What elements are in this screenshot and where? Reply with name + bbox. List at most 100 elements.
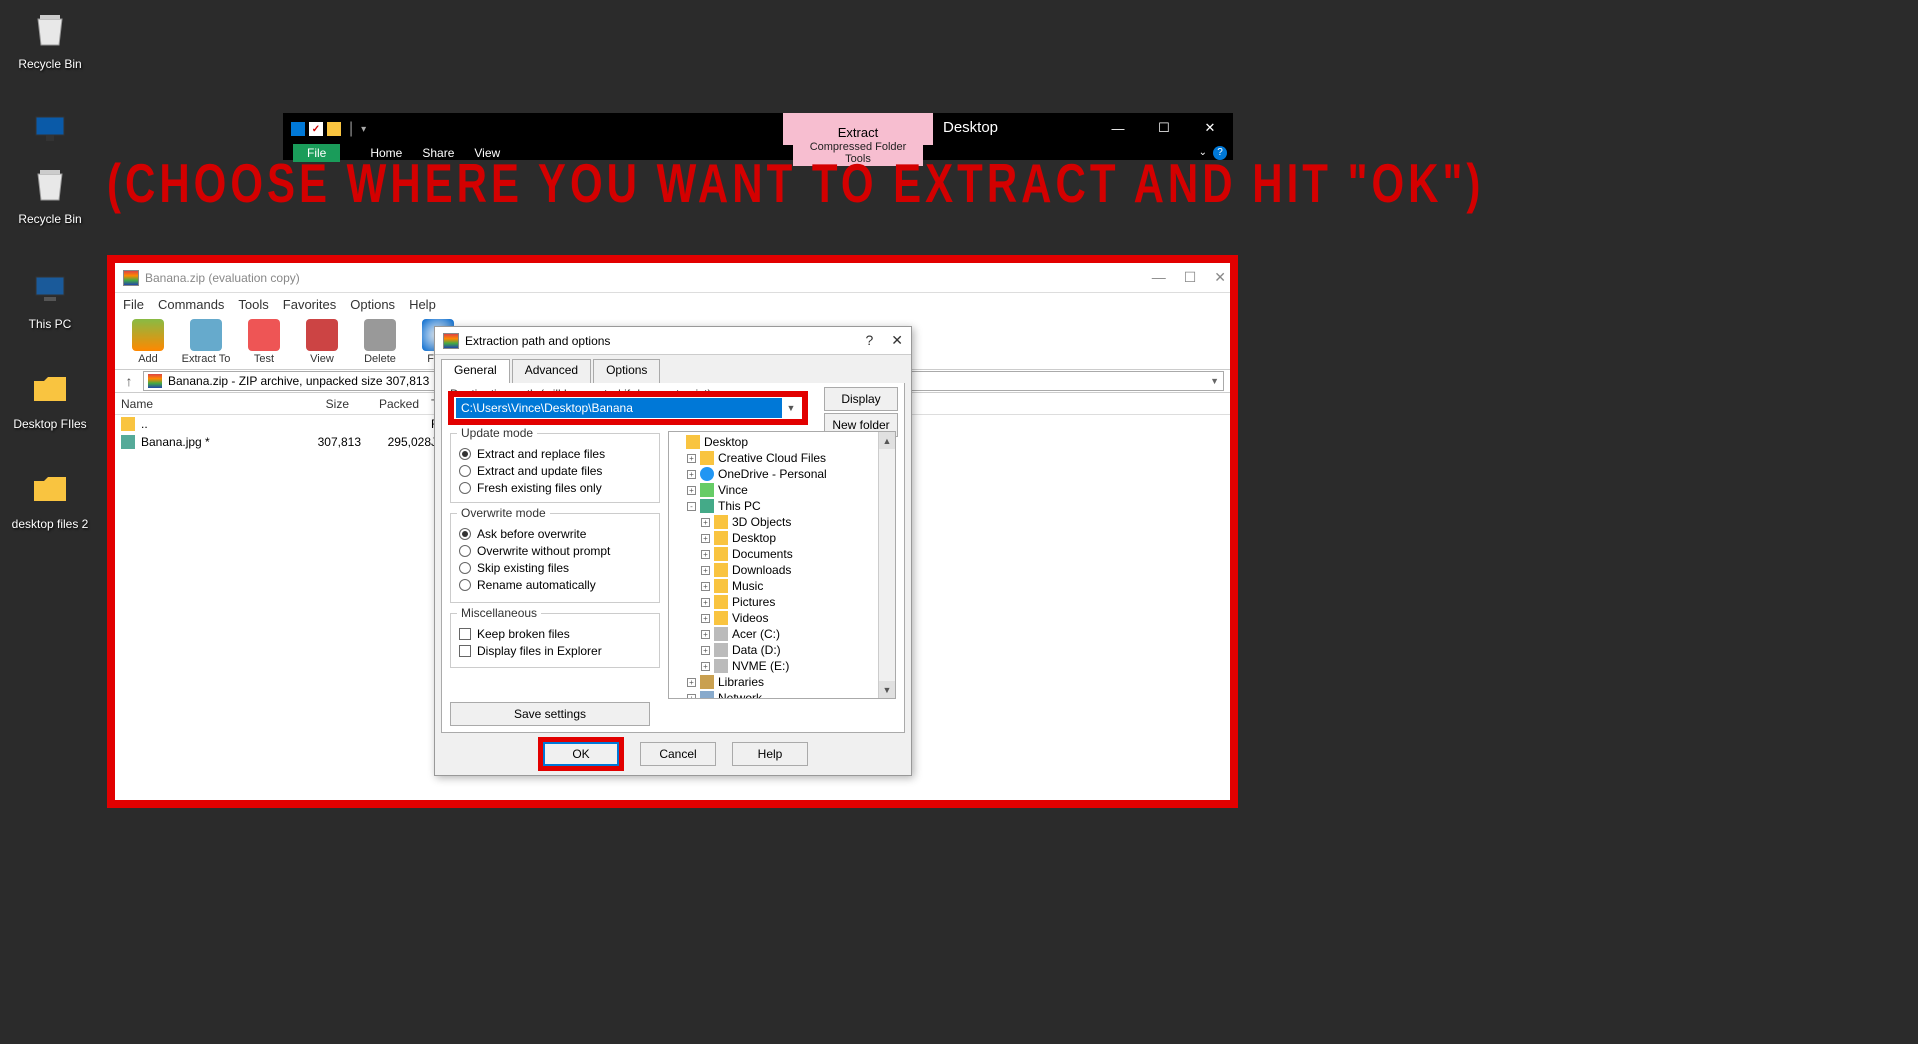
tree-expand-icon[interactable]: +: [701, 614, 710, 623]
scroll-up-icon[interactable]: ▲: [879, 432, 895, 449]
check-display-explorer[interactable]: Display files in Explorer: [459, 644, 651, 658]
cell-packed: 295,028: [361, 435, 431, 449]
tree-item[interactable]: +Libraries: [669, 674, 895, 690]
tree-expand-icon[interactable]: -: [687, 502, 696, 511]
tree-expand-icon[interactable]: +: [701, 550, 710, 559]
winrar-titlebar[interactable]: Banana.zip (evaluation copy) — ☐ ✕: [115, 263, 1230, 293]
dropdown-icon[interactable]: ▼: [1210, 376, 1219, 386]
tab-options[interactable]: Options: [593, 359, 660, 383]
desktop-icon-this-pc[interactable]: This PC: [10, 265, 90, 331]
tree-expand-icon[interactable]: +: [687, 486, 696, 495]
desktop-icon-monitor[interactable]: [10, 105, 90, 157]
toolbar-view[interactable]: View: [293, 317, 351, 367]
minimize-button[interactable]: —: [1095, 113, 1141, 143]
tree-scrollbar[interactable]: ▲ ▼: [878, 432, 895, 698]
update-mode-title: Update mode: [457, 426, 537, 440]
tree-expand-icon[interactable]: +: [687, 470, 696, 479]
instruction-overlay: (CHOOSE WHERE YOU WANT TO EXTRACT AND HI…: [107, 153, 1484, 215]
explorer-title: Desktop: [943, 119, 998, 136]
menu-tools[interactable]: Tools: [238, 297, 268, 312]
tab-general[interactable]: General: [441, 359, 510, 383]
tree-expand-icon[interactable]: +: [701, 646, 710, 655]
desktop-icon-folder-1[interactable]: Desktop FIles: [10, 365, 90, 431]
radio-overwrite-no-prompt[interactable]: Overwrite without prompt: [459, 544, 651, 558]
tree-expand-icon[interactable]: +: [687, 454, 696, 463]
radio-extract-replace[interactable]: Extract and replace files: [459, 447, 651, 461]
tree-expand-icon[interactable]: +: [701, 566, 710, 575]
tree-item[interactable]: +Documents: [669, 546, 895, 562]
col-size[interactable]: Size: [265, 393, 355, 414]
folder-icon: [121, 417, 135, 431]
ok-button[interactable]: OK: [543, 742, 619, 766]
tree-item[interactable]: +Network: [669, 690, 895, 699]
radio-ask-overwrite[interactable]: Ask before overwrite: [459, 527, 651, 541]
tree-item[interactable]: Desktop: [669, 434, 895, 450]
tree-item[interactable]: +Desktop: [669, 530, 895, 546]
maximize-button[interactable]: ☐: [1184, 269, 1197, 286]
desktop-icon-recycle-bin[interactable]: Recycle Bin: [10, 5, 90, 71]
tree-node-label: OneDrive - Personal: [718, 467, 827, 481]
tree-item[interactable]: -This PC: [669, 498, 895, 514]
tree-item[interactable]: +3D Objects: [669, 514, 895, 530]
tree-expand-icon[interactable]: +: [701, 630, 710, 639]
save-settings-button[interactable]: Save settings: [450, 702, 650, 726]
radio-icon: [459, 482, 471, 494]
menu-file[interactable]: File: [123, 297, 144, 312]
tree-item[interactable]: + OneDrive - Personal: [669, 466, 895, 482]
quick-access-overflow[interactable]: ▾: [361, 124, 366, 135]
up-button[interactable]: ↑: [121, 373, 137, 389]
desktop-icon-folder-2[interactable]: desktop files 2: [10, 465, 90, 531]
menu-help[interactable]: Help: [409, 297, 436, 312]
tree-expand-icon[interactable]: +: [701, 518, 710, 527]
radio-fresh-only[interactable]: Fresh existing files only: [459, 481, 651, 495]
dialog-close-button[interactable]: ✕: [891, 332, 903, 349]
menu-commands[interactable]: Commands: [158, 297, 224, 312]
radio-skip-existing[interactable]: Skip existing files: [459, 561, 651, 575]
tree-node-icon: [714, 627, 728, 641]
close-button[interactable]: ✕: [1187, 113, 1233, 143]
tree-node-icon: [700, 451, 714, 465]
tree-item[interactable]: + Creative Cloud Files: [669, 450, 895, 466]
menu-favorites[interactable]: Favorites: [283, 297, 336, 312]
display-button[interactable]: Display: [824, 387, 898, 411]
tree-item[interactable]: +Downloads: [669, 562, 895, 578]
tree-expand-icon[interactable]: +: [687, 678, 696, 687]
minimize-button[interactable]: —: [1152, 269, 1166, 286]
tree-item[interactable]: +Acer (C:): [669, 626, 895, 642]
tree-expand-icon[interactable]: +: [701, 662, 710, 671]
help-button[interactable]: Help: [732, 742, 808, 766]
maximize-button[interactable]: ☐: [1141, 113, 1187, 143]
col-packed[interactable]: Packed: [355, 393, 425, 414]
tree-item[interactable]: +Videos: [669, 610, 895, 626]
radio-extract-update[interactable]: Extract and update files: [459, 464, 651, 478]
tree-item[interactable]: +Music: [669, 578, 895, 594]
dialog-help-button[interactable]: ?: [865, 332, 873, 349]
tab-advanced[interactable]: Advanced: [512, 359, 591, 383]
archive-icon: [148, 374, 162, 388]
menu-options[interactable]: Options: [350, 297, 395, 312]
tree-node-label: Creative Cloud Files: [718, 451, 826, 465]
radio-rename-auto[interactable]: Rename automatically: [459, 578, 651, 592]
toolbar-test[interactable]: Test: [235, 317, 293, 367]
desktop-icon-recycle-bin-2[interactable]: Recycle Bin: [10, 160, 90, 226]
folder-tree[interactable]: Desktop + Creative Cloud Files + OneDrive - …: [668, 431, 896, 699]
tree-expand-icon[interactable]: +: [701, 598, 710, 607]
dropdown-icon[interactable]: ▼: [782, 403, 800, 413]
tree-expand-icon[interactable]: +: [701, 582, 710, 591]
toolbar-extract-to[interactable]: Extract To: [177, 317, 235, 367]
scroll-down-icon[interactable]: ▼: [879, 681, 895, 698]
close-button[interactable]: ✕: [1214, 269, 1226, 286]
destination-path-input[interactable]: C:\Users\Vince\Desktop\Banana: [456, 398, 782, 418]
tree-expand-icon[interactable]: +: [701, 534, 710, 543]
toolbar-add[interactable]: Add: [119, 317, 177, 367]
tree-item[interactable]: +Pictures: [669, 594, 895, 610]
tree-item[interactable]: +Data (D:): [669, 642, 895, 658]
col-name[interactable]: Name: [115, 393, 265, 414]
tree-item[interactable]: +Vince: [669, 482, 895, 498]
cancel-button[interactable]: Cancel: [640, 742, 716, 766]
tree-expand-icon[interactable]: +: [687, 694, 696, 700]
check-keep-broken[interactable]: Keep broken files: [459, 627, 651, 641]
dialog-titlebar[interactable]: Extraction path and options ? ✕: [435, 327, 911, 355]
tree-item[interactable]: +NVME (E:): [669, 658, 895, 674]
toolbar-delete[interactable]: Delete: [351, 317, 409, 367]
